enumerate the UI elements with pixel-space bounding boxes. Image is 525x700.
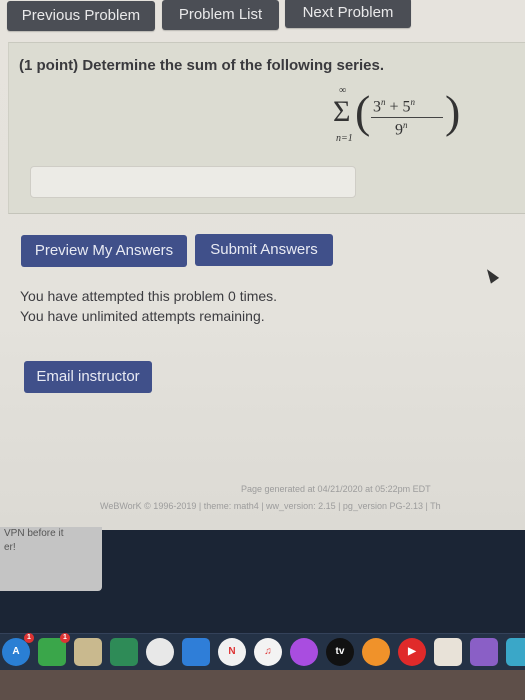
visual-studio-icon[interactable]	[470, 638, 498, 666]
browser-viewport: Previous Problem Problem List Next Probl…	[0, 0, 525, 530]
notification-tooltip: VPN before it er!	[0, 527, 102, 591]
attempt-status: You have attempted this problem 0 times.…	[20, 286, 277, 326]
problem-statement: (1 point) Determine the sum of the follo…	[19, 57, 385, 74]
previous-problem-button[interactable]: Previous Problem	[7, 1, 155, 31]
left-paren: (	[355, 86, 371, 137]
facetime-icon[interactable]: 1	[38, 633, 70, 666]
notification-badge: 1	[24, 633, 34, 643]
numbers-icon[interactable]	[110, 638, 138, 666]
music-icon[interactable]: ♫	[254, 638, 282, 666]
tooltip-line: VPN before it	[4, 528, 64, 539]
youtube-icon[interactable]: ▶	[398, 638, 426, 666]
series-formula: ∞ Σ n=1 ( 3n + 5n 9n )	[329, 83, 469, 153]
email-instructor-button[interactable]: Email instructor	[24, 361, 152, 393]
notification-badge: 1	[60, 633, 70, 643]
attempts-remaining-text: You have unlimited attempts remaining.	[20, 308, 265, 324]
app-store-icon[interactable]: A1	[2, 633, 34, 666]
keynote-icon[interactable]	[182, 638, 210, 666]
finder-folder-icon[interactable]	[506, 638, 525, 666]
denominator: 9n	[395, 120, 408, 139]
tooltip-line: er!	[4, 542, 16, 553]
photos-icon[interactable]	[146, 638, 174, 666]
submit-answers-button[interactable]: Submit Answers	[195, 234, 333, 266]
numerator: 3n + 5n	[373, 97, 416, 116]
page-generated-text: Page generated at 04/21/2020 at 05:22pm …	[241, 484, 431, 494]
version-footer: WeBWorK © 1996-2019 | theme: math4 | ww_…	[100, 501, 441, 511]
sigma-symbol: Σ	[333, 95, 351, 128]
right-paren: )	[445, 86, 461, 137]
preview-answers-button[interactable]: Preview My Answers	[21, 235, 187, 267]
apple-tv-icon[interactable]: tv	[326, 638, 354, 666]
fraction-bar	[371, 117, 443, 118]
lower-limit: n=1	[336, 133, 353, 144]
next-problem-button[interactable]: Next Problem	[285, 0, 411, 28]
dock: A 1 1 N ♫ tv ▶	[0, 633, 525, 670]
attempts-count-text: You have attempted this problem 0 times.	[20, 288, 278, 304]
instruments-icon[interactable]	[434, 638, 462, 666]
podcasts-icon[interactable]	[290, 638, 318, 666]
problem-list-button[interactable]: Problem List	[162, 0, 279, 30]
preview-icon[interactable]	[74, 638, 102, 666]
answer-input[interactable]	[30, 166, 356, 198]
mouse-cursor-icon	[482, 266, 500, 284]
news-icon[interactable]: N	[218, 638, 246, 666]
books-icon[interactable]	[362, 638, 390, 666]
laptop-bezel	[0, 670, 525, 700]
